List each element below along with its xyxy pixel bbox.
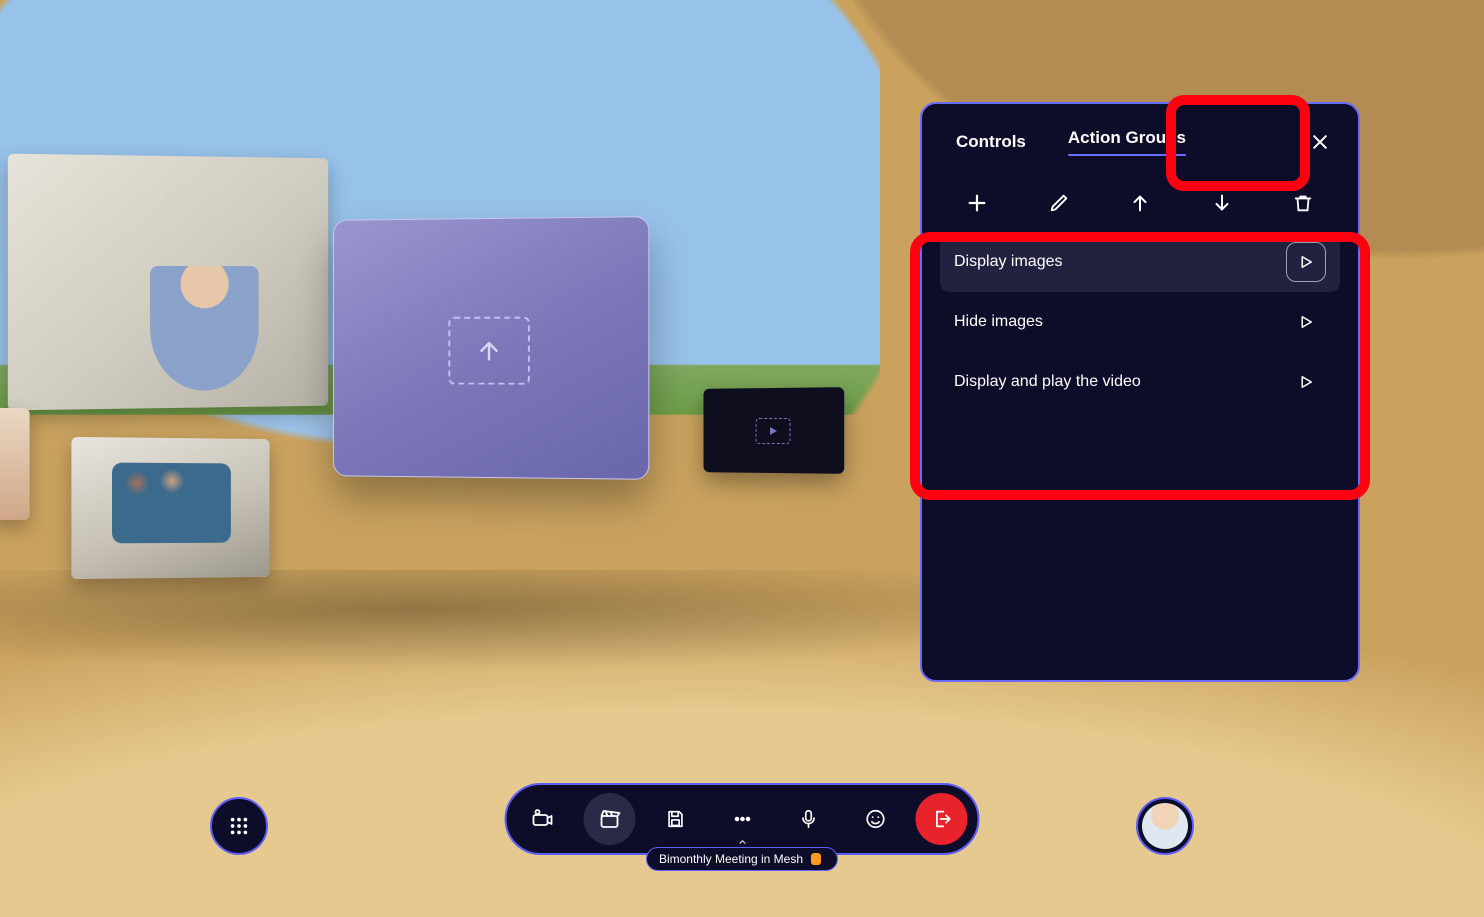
panel-toolbar <box>922 168 1358 226</box>
camera-button[interactable] <box>517 793 569 845</box>
save-icon <box>665 808 687 830</box>
edit-action-button[interactable] <box>1044 188 1074 218</box>
meeting-status-dot <box>811 853 821 865</box>
emoji-icon <box>864 808 886 830</box>
action-item-label: Hide images <box>954 313 1043 331</box>
play-outline-icon <box>1297 313 1315 331</box>
leave-button[interactable] <box>916 793 968 845</box>
clapboard-icon <box>597 807 621 831</box>
meeting-title-label: Bimonthly Meeting in Mesh <box>659 852 803 866</box>
play-outline-icon <box>1297 253 1315 271</box>
play-outline-icon <box>1297 373 1315 391</box>
play-action-button[interactable] <box>1286 302 1326 342</box>
upload-dropzone[interactable] <box>448 317 530 385</box>
more-icon <box>731 808 753 830</box>
arrow-up-icon <box>1129 192 1151 214</box>
scene-photo-2 <box>0 408 30 520</box>
delete-action-button[interactable] <box>1288 188 1318 218</box>
action-item-label: Display and play the video <box>954 373 1141 391</box>
emoji-button[interactable] <box>849 793 901 845</box>
avatar-button[interactable] <box>1136 797 1194 855</box>
add-action-button[interactable] <box>962 188 992 218</box>
bottom-dock <box>505 783 980 855</box>
leave-icon <box>931 808 953 830</box>
move-up-button[interactable] <box>1125 188 1155 218</box>
play-action-button[interactable] <box>1286 362 1326 402</box>
apps-grid-button[interactable] <box>210 797 268 855</box>
trash-icon <box>1292 192 1314 214</box>
action-item[interactable]: Display and play the video <box>940 352 1340 412</box>
move-down-button[interactable] <box>1207 188 1237 218</box>
plus-icon <box>966 192 988 214</box>
clapboard-button[interactable] <box>583 793 635 845</box>
controls-panel: Controls Action Groups Display images <box>920 102 1360 682</box>
close-icon <box>1310 132 1330 152</box>
camera-icon <box>531 807 555 831</box>
save-button[interactable] <box>650 793 702 845</box>
close-panel-button[interactable] <box>1304 126 1336 158</box>
grid-icon <box>228 815 250 837</box>
action-item[interactable]: Display images <box>940 232 1340 292</box>
action-item-label: Display images <box>954 253 1062 271</box>
mic-icon <box>798 808 820 830</box>
pencil-icon <box>1048 192 1070 214</box>
scene-photo-3 <box>71 437 269 579</box>
arrow-up-icon <box>476 336 502 366</box>
action-group-list: Display images Hide images Display and p… <box>922 226 1358 412</box>
play-action-button[interactable] <box>1286 242 1326 282</box>
chevron-up-icon <box>736 837 748 847</box>
more-button[interactable] <box>716 793 768 845</box>
scene-video-thumbnail[interactable] <box>703 387 844 474</box>
mic-button[interactable] <box>783 793 835 845</box>
tab-controls[interactable]: Controls <box>956 132 1026 152</box>
scene-upload-panel[interactable] <box>333 216 649 480</box>
scene-photo-1 <box>8 154 328 411</box>
play-icon <box>767 424 779 436</box>
avatar-image <box>1142 803 1188 849</box>
arrow-down-icon <box>1211 192 1233 214</box>
tab-action-groups[interactable]: Action Groups <box>1068 128 1186 156</box>
panel-tabs: Controls Action Groups <box>922 104 1358 168</box>
action-item[interactable]: Hide images <box>940 292 1340 352</box>
meeting-title-pill[interactable]: Bimonthly Meeting in Mesh <box>646 847 838 871</box>
